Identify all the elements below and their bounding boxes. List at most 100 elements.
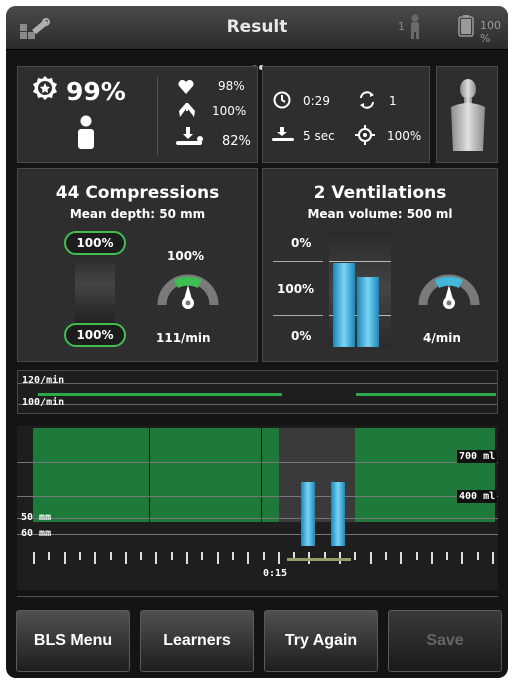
award-icon	[32, 75, 58, 109]
footer-divider	[17, 596, 498, 597]
learner-icon	[76, 115, 96, 155]
ventilation-rate: 4/min	[423, 331, 461, 345]
learners-button[interactable]: Learners	[140, 610, 254, 672]
rate-upper-label: 120/min	[22, 375, 65, 386]
save-button[interactable]: Save	[388, 610, 502, 672]
tick-mark	[109, 552, 112, 560]
time-label: 0:15	[263, 568, 288, 579]
compression-block	[355, 428, 495, 522]
tick-mark	[277, 552, 280, 564]
try-again-button[interactable]: Try Again	[264, 610, 378, 672]
tick-mark	[124, 552, 127, 564]
block-divider	[149, 428, 150, 522]
compressions-panel: 44 Compressions Mean depth: 50 mm 100% 1…	[17, 168, 258, 362]
person-icon	[408, 14, 422, 44]
tick-mark	[461, 552, 464, 564]
target-icon	[355, 125, 375, 149]
compressions-subtitle: Mean depth: 50 mm	[69, 207, 206, 221]
timing-panel: 0:29 1 5 sec 100%	[262, 66, 430, 163]
volume-limit-line	[329, 261, 391, 262]
tick-mark	[354, 552, 357, 560]
block-divider	[261, 428, 262, 522]
level-line	[273, 261, 323, 262]
clock-icon	[273, 91, 291, 113]
tick-mark	[170, 552, 173, 560]
tick-mark	[78, 552, 81, 560]
tick-mark	[63, 552, 66, 564]
tick-mark	[231, 552, 234, 560]
rate-line-lower	[18, 404, 497, 405]
overall-panel: 99% 98% 100% 82%	[17, 66, 258, 163]
ventilations-panel: 2 Ventilations Mean volume: 500 ml 0% 10…	[262, 168, 498, 362]
pause-icon	[271, 127, 295, 147]
tick-mark	[33, 552, 35, 564]
tick-mark	[446, 552, 449, 560]
cycle-count: 1	[389, 94, 397, 108]
page-title: Result	[226, 17, 288, 37]
manikin-icon	[447, 77, 489, 157]
rate-trace	[356, 393, 496, 396]
tick-mark	[140, 552, 143, 560]
heart-value: 98%	[218, 79, 245, 93]
volume-high-line	[17, 462, 498, 463]
rate-lower-label: 100/min	[22, 397, 65, 408]
ventilations-subtitle: Mean volume: 500 ml	[307, 207, 453, 221]
depth-bottom-pill: 100%	[64, 323, 126, 347]
volume-level-middle: 100%	[277, 282, 315, 296]
tick-mark	[216, 552, 219, 564]
tick-mark	[155, 552, 158, 564]
ventilation-volume-bar	[357, 277, 379, 347]
ventilations-title: 2 Ventilations	[313, 183, 447, 203]
volume-bar-well	[329, 231, 391, 347]
lungs-value: 100%	[212, 104, 247, 118]
depth-bar	[75, 245, 115, 323]
learner-count: 1	[398, 20, 405, 33]
compressions-title: 44 Compressions	[55, 183, 220, 203]
tick-mark	[201, 552, 204, 560]
timeline-chart[interactable]: 700 ml 400 ml 50 mm 60 mm 0:15	[17, 426, 498, 590]
compression-value: 82%	[222, 134, 251, 149]
tick-mark	[430, 552, 433, 564]
rate-line-upper	[18, 383, 497, 384]
tick-mark	[94, 552, 97, 564]
tick-mark	[186, 552, 188, 564]
bls-menu-button[interactable]: BLS Menu	[16, 610, 130, 672]
overall-score: 99%	[66, 77, 126, 106]
ventilation-bar	[301, 482, 315, 546]
divider	[157, 77, 158, 155]
tick-mark	[400, 552, 403, 564]
rate-chart: 120/min 100/min	[17, 370, 498, 414]
depth-lower-label: 60 mm	[21, 528, 52, 539]
volume-level-bottom: 0%	[291, 329, 312, 343]
tick-mark	[247, 552, 250, 564]
lungs-icon	[178, 103, 196, 123]
compression-icon	[174, 127, 204, 151]
tick-mark	[369, 552, 372, 564]
compression-rate: 111/min	[156, 331, 211, 345]
depth-line	[17, 534, 498, 535]
tick-mark	[415, 552, 418, 560]
elapsed-time: 0:29	[303, 94, 330, 108]
battery-level: 100 %	[480, 19, 501, 45]
heart-icon	[178, 79, 194, 98]
time-ticks	[17, 552, 498, 566]
tick-mark	[492, 552, 494, 564]
volume-low-line	[17, 496, 498, 497]
title-bar: Result 1 100 %	[6, 6, 508, 50]
compression-block	[33, 428, 279, 522]
ventilation-rate-gauge	[417, 267, 481, 315]
compression-rate-gauge	[156, 267, 220, 315]
volume-level-top: 0%	[291, 236, 312, 250]
manikin-panel	[436, 66, 498, 163]
current-range	[287, 558, 351, 561]
rate-percent: 100%	[167, 249, 205, 263]
volume-high-label: 700 ml	[457, 450, 498, 463]
tick-mark	[384, 552, 387, 560]
rate-trace	[38, 393, 282, 396]
tick-mark	[48, 552, 51, 560]
level-line	[273, 315, 323, 316]
cycle-icon	[357, 90, 377, 114]
depth-top-pill: 100%	[64, 231, 126, 255]
pause-time: 5 sec	[303, 129, 335, 143]
depth-line	[17, 518, 498, 519]
